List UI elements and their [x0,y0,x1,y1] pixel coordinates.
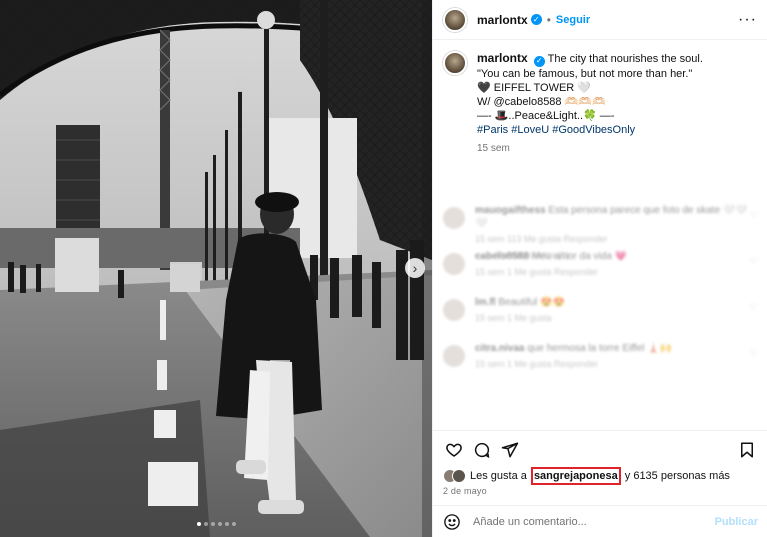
likes-summary: Les gusta a sangrejaponesa y 6135 person… [443,467,758,485]
post-actions: Les gusta a sangrejaponesa y 6135 person… [433,430,767,496]
caption-timestamp: 15 sem [477,142,510,154]
verified-badge-icon: ✓ [533,55,545,67]
carousel-dot [218,522,222,526]
next-slide-button[interactable]: › [405,258,425,278]
caption-mention: W/ @cabelo8588 🫶🏻🫶🏻🫶🏻 [477,95,606,108]
comment-meta: 15 sem 1 Me gusta [475,313,552,323]
post-date: 2 de mayo [443,486,487,496]
avatar[interactable] [443,207,465,229]
caption-username[interactable]: marlontx [477,51,528,65]
heart-icon[interactable]: ♡ [750,256,758,288]
caption-peace: —- 🎩..Peace&Light..🍀 —- [477,109,615,122]
comment-username[interactable]: citra.nivaa [475,343,524,354]
publish-button[interactable]: Publicar [715,516,758,528]
liker-username[interactable]: sangrejaponesa [530,467,621,485]
carousel-dot [232,522,236,526]
carousel-dot [204,522,208,526]
avatar [452,469,466,483]
comment-username[interactable]: lm.fl [475,297,496,308]
carousel-dot [211,522,215,526]
caption-body: marlontx ✓ The city that nourishes the s… [477,51,703,156]
heart-icon[interactable]: ♡ [750,210,758,242]
add-comment-bar: Publicar [433,505,767,537]
comment-meta: 15 sem 1 Me gusta Responder [475,359,599,369]
more-horizontal-icon[interactable]: ··· [738,11,757,28]
avatar[interactable] [443,253,465,275]
verified-badge-icon: ✓ [530,14,542,25]
comment-item: mauogaifthess Esta persona parece que fo… [433,200,767,260]
share-icon[interactable] [499,439,521,461]
likes-count[interactable]: y 6135 personas más [625,470,730,482]
caption-text: The city that nourishes the soul. [547,53,703,65]
comment-icon[interactable] [471,439,493,461]
comment-username[interactable]: cabelo8588 [475,251,529,262]
carousel-dot [225,522,229,526]
comment-item: lm.fl Beautiful 😍😍 15 sem 1 Me gusta ♡ [433,292,767,338]
carousel-dots [197,522,236,526]
emoji-icon[interactable] [443,513,461,531]
avatar[interactable] [443,299,465,321]
follow-button[interactable]: Seguir [556,14,590,26]
comment-meta: 15 sem 1 Me gusta Responder [475,267,599,277]
heart-icon[interactable]: ♡ [750,348,758,380]
comment-text: Meu amor da vida 💗 [531,251,627,262]
likes-prefix: Les gusta a [470,470,527,482]
comment-item: citra.nivaa que hermosa la torre Eiffel … [433,338,767,384]
post-side-panel: marlontx ✓ • Seguir ··· marlontx ✓ The c… [432,0,767,537]
heart-icon[interactable] [443,439,465,461]
comment-meta: 15 sem 113 Me gusta Responder [475,234,608,244]
heart-icon[interactable]: ♡ [750,302,758,334]
comment-text: Beautiful 😍😍 [498,297,565,308]
avatar[interactable] [443,51,467,75]
comment-input[interactable] [473,515,693,528]
avatar[interactable] [443,7,467,32]
post-header: marlontx ✓ • Seguir ··· [433,0,767,40]
separator: • [546,12,551,27]
caption-quote: "You can be famous, but not more than he… [477,67,693,80]
chevron-right-icon: › [412,260,418,276]
comments-list: mauogaifthess Esta persona parece que fo… [433,200,767,430]
instagram-post: › marlontx ✓ • Seguir ··· marlontx ✓ The… [0,0,767,537]
author-username[interactable]: marlontx [477,13,528,27]
comment-text: que hermosa la torre Eiffel 🗼🙌 [527,343,673,354]
carousel-dot [197,522,201,526]
post-photo[interactable]: › [0,0,432,537]
bookmark-icon[interactable] [736,439,758,461]
caption-hashtags[interactable]: #Paris #LoveU #GoodVibesOnly [477,123,703,137]
comment-username[interactable]: mauogaifthess [475,205,546,216]
eiffel-street-photo [0,0,432,537]
post-caption: marlontx ✓ The city that nourishes the s… [433,40,767,156]
caption-place: 🖤 EIFFEL TOWER 🤍 [477,81,591,94]
avatar[interactable] [443,345,465,367]
